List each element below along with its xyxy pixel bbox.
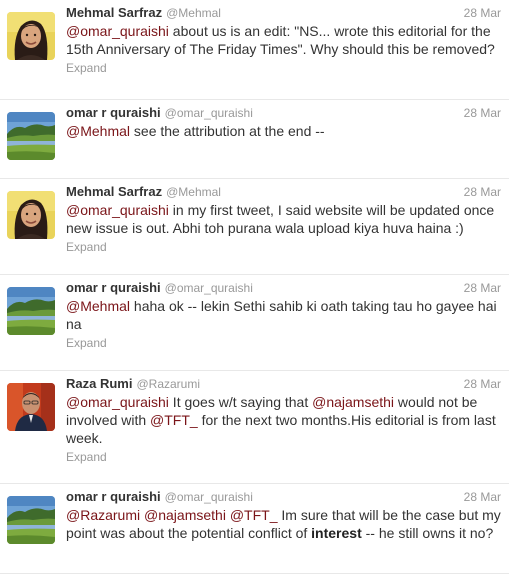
tweet-header: omar r quraishi @omar_quraishi 28 Mar <box>66 277 509 297</box>
author-handle[interactable]: @omar_quraishi <box>165 281 253 295</box>
tweet[interactable]: omar r quraishi @omar_quraishi 28 Mar @Mehm… <box>0 275 509 371</box>
tweet[interactable]: omar r quraishi @omar_quraishi 28 Mar @Mehm… <box>0 100 509 179</box>
tweet-text-segment: -- he still owns it no? <box>361 525 494 541</box>
author-line: Mehmal Sarfraz @Mehmal <box>66 5 221 20</box>
author-handle[interactable]: @Razarumi <box>136 377 200 391</box>
mention-link[interactable]: @omar_quraishi <box>66 394 169 410</box>
tweet-text: @Razarumi @najamsethi @TFT_ Im sure that… <box>66 506 509 542</box>
tweet-text: @omar_quraishi about us is an edit: "NS.… <box>66 22 509 58</box>
tweet[interactable]: Mehmal Sarfraz @Mehmal 28 Mar @omar_quraish… <box>0 179 509 275</box>
tweet-text-segment: haha ok -- lekin Sethi sahib ki oath tak… <box>66 298 497 332</box>
tweet-timestamp[interactable]: 28 Mar <box>464 490 501 504</box>
avatar[interactable] <box>7 496 55 544</box>
tweet-header: Mehmal Sarfraz @Mehmal 28 Mar <box>66 181 509 201</box>
tweet-text: @omar_quraishi It goes w/t saying that @… <box>66 393 509 447</box>
tweet-text: @Mehmal see the attribution at the end -… <box>66 122 509 140</box>
tweet-text-segment: see the attribution at the end -- <box>130 123 325 139</box>
expand-link[interactable]: Expand <box>66 237 509 255</box>
tweet[interactable]: Mehmal Sarfraz @Mehmal 28 Mar @omar_quraish… <box>0 0 509 100</box>
mention-link[interactable]: @Mehmal <box>66 123 130 139</box>
tweet-text: @omar_quraishi in my first tweet, I said… <box>66 201 509 237</box>
tweet[interactable]: omar r quraishi @omar_quraishi 28 Mar @Raza… <box>0 484 509 574</box>
mention-link[interactable]: @Razarumi <box>66 507 140 523</box>
avatar[interactable] <box>7 112 55 160</box>
author-name[interactable]: Mehmal Sarfraz <box>66 184 162 199</box>
tweet-timestamp[interactable]: 28 Mar <box>464 185 501 199</box>
expand-link[interactable]: Expand <box>66 58 509 76</box>
tweet-timestamp[interactable]: 28 Mar <box>464 106 501 120</box>
tweet-text-segment: It goes w/t saying that <box>168 394 313 410</box>
mention-link[interactable]: @omar_quraishi <box>66 23 169 39</box>
mention-link[interactable]: @najamsethi <box>312 394 394 410</box>
author-name[interactable]: Raza Rumi <box>66 376 132 391</box>
author-name[interactable]: omar r quraishi <box>66 280 161 295</box>
mention-link[interactable]: @najamsethi <box>144 507 226 523</box>
mention-link[interactable]: @TFT_ <box>150 412 198 428</box>
author-handle[interactable]: @Mehmal <box>166 185 221 199</box>
author-line: Mehmal Sarfraz @Mehmal <box>66 184 221 199</box>
author-line: Raza Rumi @Razarumi <box>66 376 200 391</box>
avatar[interactable] <box>7 12 55 60</box>
mention-link[interactable]: @TFT_ <box>230 507 278 523</box>
avatar[interactable] <box>7 191 55 239</box>
tweet-timestamp[interactable]: 28 Mar <box>464 6 501 20</box>
expand-link[interactable]: Expand <box>66 333 509 351</box>
tweet-header: omar r quraishi @omar_quraishi 28 Mar <box>66 102 509 122</box>
mention-link[interactable]: @omar_quraishi <box>66 202 169 218</box>
author-name[interactable]: Mehmal Sarfraz <box>66 5 162 20</box>
tweet-text: @Mehmal haha ok -- lekin Sethi sahib ki … <box>66 297 509 333</box>
mention-link[interactable]: @Mehmal <box>66 298 130 314</box>
tweet-timestamp[interactable]: 28 Mar <box>464 281 501 295</box>
author-name[interactable]: omar r quraishi <box>66 105 161 120</box>
expand-link[interactable]: Expand <box>66 447 509 465</box>
avatar[interactable] <box>7 287 55 335</box>
avatar[interactable] <box>7 383 55 431</box>
author-handle[interactable]: @Mehmal <box>166 6 221 20</box>
tweet-header: omar r quraishi @omar_quraishi 28 Mar <box>66 486 509 506</box>
tweet-timestamp[interactable]: 28 Mar <box>464 377 501 391</box>
highlighted-text: interest <box>311 525 362 541</box>
author-name[interactable]: omar r quraishi <box>66 489 161 504</box>
author-handle[interactable]: @omar_quraishi <box>165 106 253 120</box>
tweet-header: Mehmal Sarfraz @Mehmal 28 Mar <box>66 2 509 22</box>
tweet-timeline: Mehmal Sarfraz @Mehmal 28 Mar @omar_quraish… <box>0 0 509 574</box>
tweet[interactable]: Raza Rumi @Razarumi 28 Mar @omar_quraishi I… <box>0 371 509 484</box>
author-line: omar r quraishi @omar_quraishi <box>66 489 253 504</box>
author-line: omar r quraishi @omar_quraishi <box>66 280 253 295</box>
author-handle[interactable]: @omar_quraishi <box>165 490 253 504</box>
tweet-header: Raza Rumi @Razarumi 28 Mar <box>66 373 509 393</box>
author-line: omar r quraishi @omar_quraishi <box>66 105 253 120</box>
